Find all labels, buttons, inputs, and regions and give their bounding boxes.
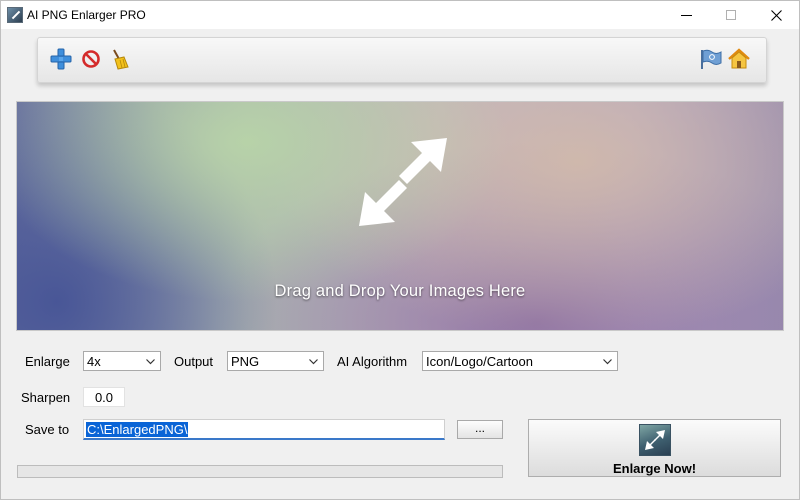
- flag-icon: [701, 49, 722, 69]
- output-select[interactable]: PNG: [227, 351, 324, 371]
- algorithm-value: Icon/Logo/Cartoon: [426, 354, 533, 369]
- save-to-label: Save to: [25, 422, 70, 437]
- algorithm-label: AI Algorithm: [337, 354, 408, 369]
- minimize-button[interactable]: [667, 1, 707, 29]
- save-path-value: C:\EnlargedPNG\: [86, 422, 189, 437]
- maximize-button[interactable]: [712, 1, 752, 29]
- browse-button-label: ...: [474, 421, 485, 435]
- output-value: PNG: [231, 354, 260, 369]
- toolbar: [37, 37, 767, 83]
- maximize-icon: [726, 10, 736, 20]
- output-label: Output: [174, 354, 214, 369]
- remove-image-button[interactable]: [80, 48, 102, 70]
- home-button[interactable]: [728, 48, 750, 70]
- clear-broom-icon: [113, 49, 129, 70]
- sharpen-input[interactable]: 0.0: [83, 387, 125, 407]
- add-icon: [50, 48, 72, 70]
- chevron-down-icon: [603, 359, 612, 365]
- algorithm-select[interactable]: Icon/Logo/Cartoon: [422, 351, 618, 371]
- app-window: AI PNG Enlarger PRO Drag and Drop Your I…: [0, 0, 800, 500]
- close-icon: [771, 10, 782, 21]
- minimize-icon: [681, 15, 692, 16]
- title-bar: AI PNG Enlarger PRO: [1, 1, 799, 29]
- resize-diagonal-arrow-icon: [359, 138, 447, 226]
- save-path-input[interactable]: C:\EnlargedPNG\: [83, 419, 445, 440]
- enlarge-arrow-icon: [639, 424, 671, 456]
- language-button[interactable]: [700, 48, 722, 70]
- chevron-down-icon: [309, 359, 318, 365]
- chevron-down-icon: [146, 359, 155, 365]
- enlarge-select[interactable]: 4x: [83, 351, 161, 371]
- enlarge-now-label: Enlarge Now!: [612, 461, 697, 476]
- clear-list-button[interactable]: [108, 48, 130, 70]
- progress-bar: [17, 465, 503, 478]
- sharpen-value: 0.0: [94, 390, 114, 405]
- app-logo-icon: [7, 7, 23, 23]
- remove-icon: [82, 50, 100, 68]
- close-button[interactable]: [757, 1, 797, 29]
- home-icon: [728, 48, 750, 69]
- window-title: AI PNG Enlarger PRO: [27, 8, 146, 22]
- enlarge-now-button[interactable]: Enlarge Now!: [528, 419, 781, 477]
- enlarge-value: 4x: [87, 354, 101, 369]
- sharpen-label: Sharpen: [21, 390, 71, 405]
- browse-folder-button[interactable]: ...: [457, 420, 503, 439]
- enlarge-label: Enlarge: [25, 354, 70, 369]
- add-images-button[interactable]: [50, 48, 72, 70]
- image-drop-zone[interactable]: Drag and Drop Your Images Here: [16, 101, 784, 331]
- drop-zone-hint: Drag and Drop Your Images Here: [274, 282, 526, 300]
